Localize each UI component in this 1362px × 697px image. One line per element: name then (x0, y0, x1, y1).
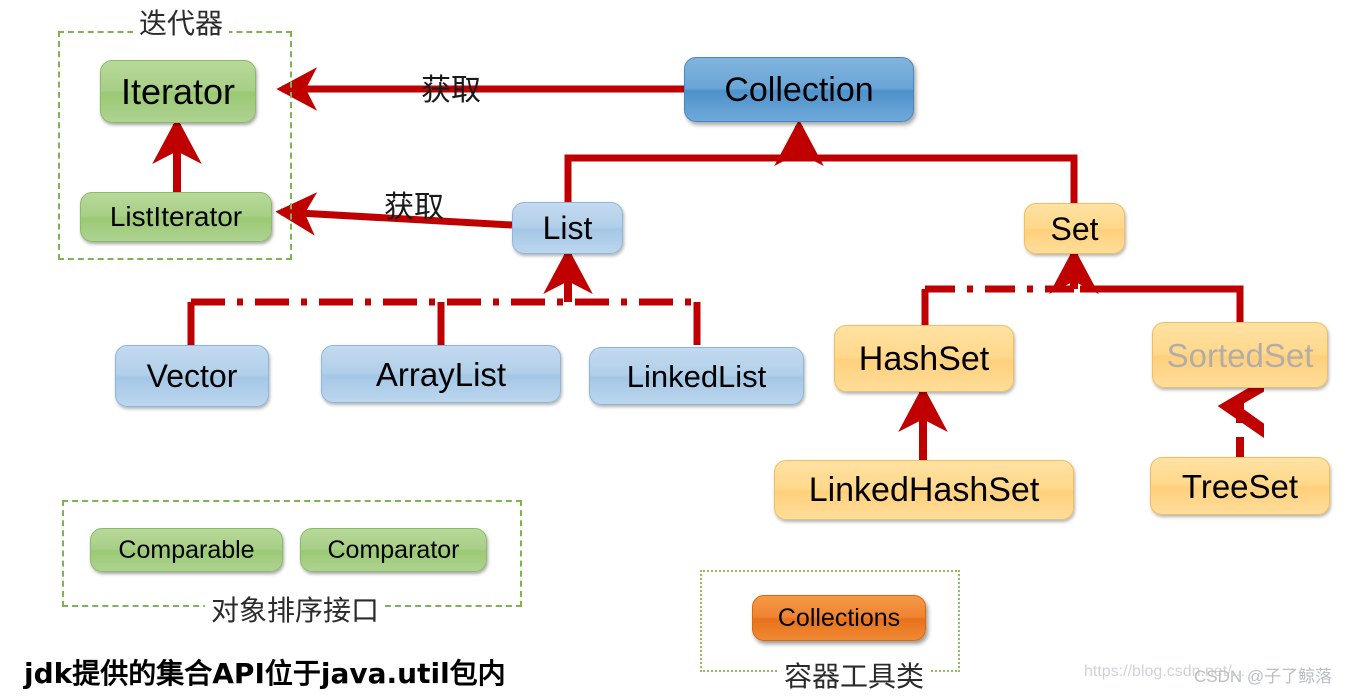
node-label-comparator: Comparator (327, 535, 460, 564)
node-collection[interactable]: Collection (684, 57, 914, 122)
node-arraylist[interactable]: ArrayList (321, 345, 561, 403)
edge-label-get-iterator: 获取 (421, 73, 481, 108)
watermark-author: CSDN @子了鲸落 (1194, 667, 1333, 686)
node-label-linkedlist: LinkedList (626, 358, 767, 394)
edge-label-get-listiterator: 获取 (384, 190, 444, 225)
node-sortedset[interactable]: SortedSet (1152, 322, 1328, 388)
node-label-listiterator: ListIterator (109, 201, 243, 232)
node-comparable[interactable]: Comparable (90, 528, 283, 572)
node-label-treeset: TreeSet (1181, 467, 1299, 505)
node-label-linkedhashset: LinkedHashSet (808, 471, 1040, 509)
page-caption: jdk提供的集合API位于java.util包内 (24, 657, 506, 690)
node-listiterator[interactable]: ListIterator (80, 192, 272, 242)
node-label-collection: Collection (724, 70, 874, 109)
node-iterator[interactable]: Iterator (100, 60, 256, 123)
edge-sortedset-to-set (1080, 285, 1244, 322)
node-label-iterator: Iterator (120, 70, 236, 112)
diagram-canvas: 迭代器 对象排序接口 容器工具类 Iterator ListIterator C… (0, 0, 1362, 697)
node-comparator[interactable]: Comparator (300, 528, 487, 572)
node-label-sortedset: SortedSet (1166, 336, 1314, 374)
node-vector[interactable]: Vector (115, 345, 269, 407)
group-label-tools: 容器工具类 (778, 655, 931, 695)
edge-list-set-to-collection (564, 154, 1078, 205)
group-label-sorting: 对象排序接口 (205, 589, 386, 629)
node-hashset[interactable]: HashSet (834, 325, 1014, 392)
node-treeset[interactable]: TreeSet (1150, 457, 1330, 515)
node-list[interactable]: List (512, 202, 623, 254)
node-label-vector: Vector (146, 358, 238, 394)
group-label-iterator: 迭代器 (133, 2, 230, 42)
node-linkedhashset[interactable]: LinkedHashSet (774, 460, 1074, 520)
node-label-comparable: Comparable (118, 535, 255, 564)
node-label-hashset: HashSet (858, 339, 990, 378)
node-label-set: Set (1050, 210, 1099, 247)
node-label-collections: Collections (777, 603, 901, 632)
node-linkedlist[interactable]: LinkedList (589, 347, 804, 405)
node-set[interactable]: Set (1024, 203, 1125, 254)
node-collections[interactable]: Collections (752, 595, 926, 641)
node-label-arraylist: ArrayList (375, 355, 507, 393)
node-label-list: List (542, 210, 593, 246)
